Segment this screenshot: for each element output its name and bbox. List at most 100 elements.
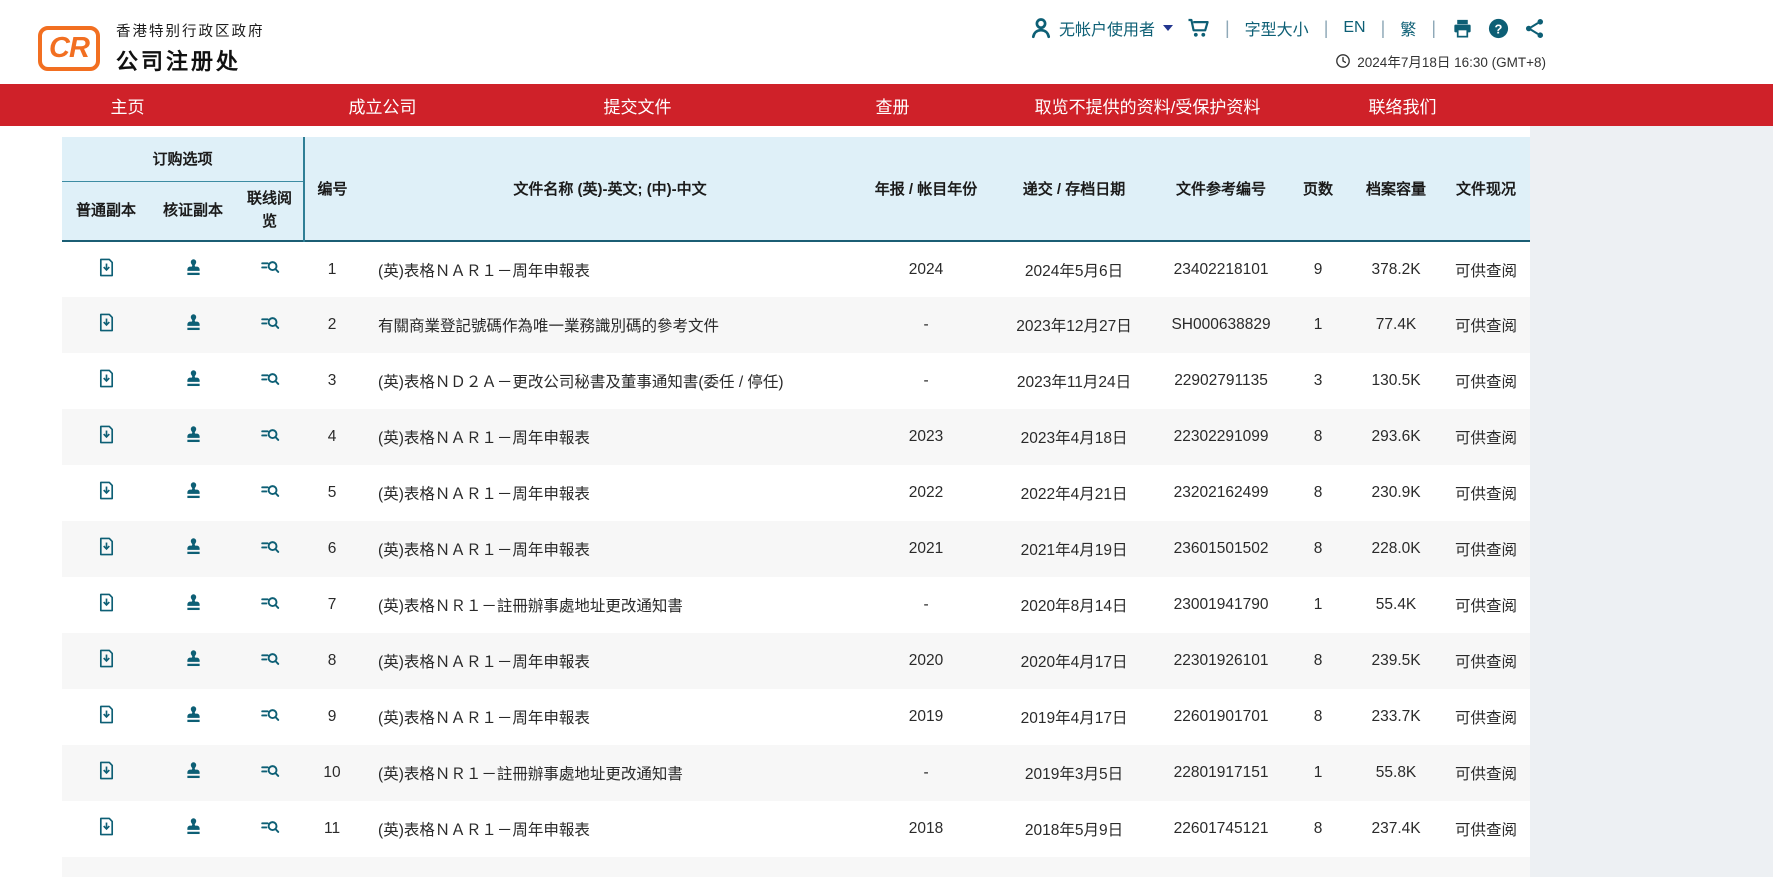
pages-cell: 8	[1286, 521, 1350, 577]
order-plain-copy-button[interactable]	[96, 592, 117, 613]
order-certified-copy-button[interactable]	[183, 816, 204, 837]
certified-copy-cell	[150, 521, 236, 577]
nav-home[interactable]: 主页	[0, 84, 255, 126]
nav-protected-info[interactable]: 取览不提供的资料/受保护资料	[1020, 84, 1275, 126]
order-plain-copy-button[interactable]	[96, 312, 117, 333]
table-row: 3 (英)表格ＮＤ２Ａ－更改公司秘書及董事通知書(委任 / 停任) - 2023…	[62, 353, 1530, 409]
nav-incorporation[interactable]: 成立公司	[255, 84, 510, 126]
ref-cell: 22302291099	[1156, 409, 1286, 465]
table-row: 7 (英)表格ＮＲ１－註冊辦事處地址更改通知書 - 2020年8月14日 230…	[62, 577, 1530, 633]
date-cell: 2019年4月17日	[992, 689, 1156, 745]
view-online-button[interactable]	[259, 312, 281, 334]
view-online-button[interactable]	[259, 760, 281, 782]
order-certified-copy-button[interactable]	[183, 536, 204, 557]
order-certified-copy-button[interactable]	[183, 424, 204, 445]
date-cell: 2023年4月18日	[992, 409, 1156, 465]
col-doc-name: 文件名称 (英)-英文; (中)-中文	[360, 137, 860, 241]
stamp-icon	[183, 480, 204, 501]
nav-search[interactable]: 查册	[765, 84, 1020, 126]
plain-copy-cell	[62, 353, 150, 409]
help-icon: ?	[1487, 17, 1510, 40]
nav-filing[interactable]: 提交文件	[510, 84, 765, 126]
order-certified-copy-button[interactable]	[183, 312, 204, 333]
view-online-button[interactable]	[259, 256, 281, 278]
col-plain-copy: 普通副本	[62, 181, 150, 241]
share-button[interactable]	[1523, 17, 1546, 40]
order-certified-copy-button[interactable]	[183, 648, 204, 669]
row-number: 10	[304, 745, 360, 801]
plain-copy-cell	[62, 577, 150, 633]
nav-contact[interactable]: 联络我们	[1275, 84, 1530, 126]
ref-cell: 22801917151	[1156, 745, 1286, 801]
online-view-cell	[236, 577, 304, 633]
order-plain-copy-button[interactable]	[96, 760, 117, 781]
view-online-button[interactable]	[259, 648, 281, 670]
help-button[interactable]: ?	[1487, 17, 1510, 40]
pages-cell: 8	[1286, 801, 1350, 857]
list-search-icon	[259, 424, 281, 446]
date-cell: 2018年5月9日	[992, 801, 1156, 857]
order-certified-copy-button[interactable]	[183, 480, 204, 501]
lang-en-button[interactable]: EN	[1343, 19, 1365, 37]
order-certified-copy-button[interactable]	[183, 592, 204, 613]
current-datetime: 2024年7月18日 16:30 (GMT+8)	[1357, 51, 1546, 71]
download-icon	[96, 257, 117, 278]
size-cell: 55.8K	[1350, 745, 1442, 801]
top-header: CR 香港特别行政区政府 公司注册处 无帐户使用者	[0, 0, 1773, 84]
user-menu[interactable]: 无帐户使用者	[1029, 16, 1173, 40]
order-plain-copy-button[interactable]	[96, 704, 117, 725]
download-icon	[96, 760, 117, 781]
stamp-icon	[183, 592, 204, 613]
col-certified-copy: 核证副本	[150, 181, 236, 241]
status-cell: 可供查阅	[1442, 577, 1530, 633]
font-size-button[interactable]: 字型大小	[1245, 16, 1309, 40]
order-plain-copy-button[interactable]	[96, 648, 117, 669]
order-plain-copy-button[interactable]	[96, 368, 117, 389]
date-cell: 2019年3月5日	[992, 745, 1156, 801]
print-button[interactable]	[1451, 17, 1474, 40]
view-online-button[interactable]	[259, 536, 281, 558]
cart-button[interactable]	[1186, 16, 1210, 40]
caret-down-icon	[1163, 25, 1173, 31]
year-cell: 2021	[860, 521, 992, 577]
order-certified-copy-button[interactable]	[183, 368, 204, 389]
col-status: 文件现况	[1442, 137, 1530, 241]
stamp-icon	[183, 536, 204, 557]
cr-logo[interactable]: CR 香港特别行政区政府 公司注册处	[38, 20, 265, 76]
document-name: (英)表格ＮＤ２Ａ－更改公司秘書及董事通知書(委任 / 停任)	[360, 353, 860, 409]
row-number: 3	[304, 353, 360, 409]
date-cell: 2023年11月24日	[992, 353, 1156, 409]
user-menu-label: 无帐户使用者	[1059, 16, 1155, 40]
date-cell: 2021年4月19日	[992, 521, 1156, 577]
order-plain-copy-button[interactable]	[96, 536, 117, 557]
order-certified-copy-button[interactable]	[183, 257, 204, 278]
order-certified-copy-button[interactable]	[183, 760, 204, 781]
order-plain-copy-button[interactable]	[96, 424, 117, 445]
view-online-button[interactable]	[259, 816, 281, 838]
ref-cell: 22601745121	[1156, 801, 1286, 857]
view-online-button[interactable]	[259, 368, 281, 390]
col-number: 编号	[304, 137, 360, 241]
online-view-cell	[236, 745, 304, 801]
view-online-button[interactable]	[259, 424, 281, 446]
list-search-icon	[259, 536, 281, 558]
certified-copy-cell	[150, 745, 236, 801]
status-cell: 可供查阅	[1442, 353, 1530, 409]
view-online-button[interactable]	[259, 592, 281, 614]
order-plain-copy-button[interactable]	[96, 257, 117, 278]
row-number: 2	[304, 297, 360, 353]
certified-copy-cell	[150, 801, 236, 857]
gov-title: 香港特别行政区政府	[116, 20, 265, 41]
year-cell: 2023	[860, 409, 992, 465]
status-cell: 可供查阅	[1442, 409, 1530, 465]
view-online-button[interactable]	[259, 704, 281, 726]
order-certified-copy-button[interactable]	[183, 704, 204, 725]
year-cell: 2018	[860, 801, 992, 857]
order-plain-copy-button[interactable]	[96, 816, 117, 837]
stamp-icon	[183, 257, 204, 278]
view-online-button[interactable]	[259, 480, 281, 502]
order-plain-copy-button[interactable]	[96, 480, 117, 501]
col-date: 递交 / 存档日期	[992, 137, 1156, 241]
document-name: (英)表格ＮＡＲ１－周年申報表	[360, 521, 860, 577]
lang-traditional-button[interactable]: 繁	[1400, 16, 1416, 40]
